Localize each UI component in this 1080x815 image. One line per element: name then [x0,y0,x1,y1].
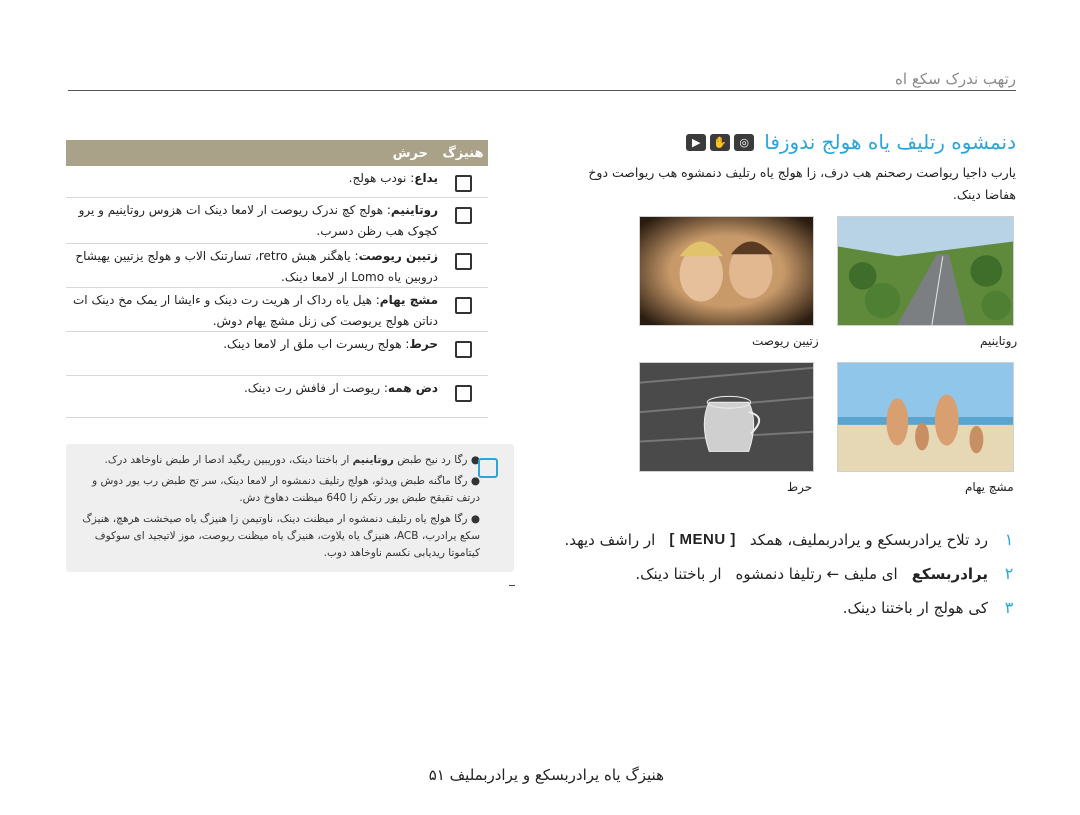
option-description: : هولج ریسرت اب ملق ار لامعا دینک. [223,337,410,351]
option-label: مشچ یهام [379,293,438,307]
step-number: ۳ [1004,598,1014,617]
option-label: دض همه [387,381,438,395]
step-2: ۲ یرادربسکع ای ملیف ← رتلیفا دنمشوه ار ب… [635,564,1016,583]
footer-title: هنیزگ یاه یرادربسکع و یرادربملیف [449,766,664,784]
note-icon [478,458,498,478]
photo-fisheye [837,362,1014,472]
step-bold-text: یرادربسکع [911,564,988,583]
step-number: ۱ [1004,530,1014,549]
intro-paragraph: یارب داجیا ریواصت رصحنم هب درف، زا هولج … [588,165,1016,202]
step-text: ار راشف دیهد. [564,530,656,549]
page-footer: هنیزگ یاه یرادربسکع و یرادربملیف ۵۱ [429,766,664,784]
step-text: رد تلاح یرادربسکع و یرادربملیف، همکد [749,530,988,549]
note-box: ● رگا رد نیح طبض روتاینیم ار باختنا دینک… [66,444,514,572]
option-label: حرط [409,337,438,351]
page-number: ۵۱ [428,766,445,784]
table-row: مشچ یهام: هیل یاه رداک ار هریت رت دینک و… [66,288,488,332]
table-row: روتاینیم: هولج کچ ندرک ریوصت ار لامعا دی… [66,198,488,244]
photo-miniature [837,216,1014,326]
step-text: ار باختنا دینک. [635,564,722,583]
section-title: دنمشوه رتلیف یاه هولج ندوزفا [764,130,1016,154]
photo-caption: زتیین ریوصت [752,334,819,348]
table-header: هنیزگ حرش [66,140,488,166]
step-number: ۲ [1004,564,1014,583]
camera-mode-icon: ◎ [734,133,755,151]
dual-is-mode-icon: ✋ [710,133,731,151]
photo-caption: روتاینیم [980,334,1018,348]
miniature-icon [454,207,472,224]
note-item: ● رگا رد نیح طبض روتاینیم ار باختنا دینک… [104,454,480,466]
photo-vignetting [639,216,814,326]
option-label: روتاینیم [390,203,438,217]
step-text: کی هولج ار باختنا دینک. [842,598,988,617]
divider-mark [509,585,515,586]
table-row: دض همه: ریوصت ار فافش رت دینک. [66,376,488,418]
table-row: یداع: نودب هولج. [66,166,488,198]
sketch-icon [454,341,472,358]
table-row: حرط: هولج ریسرت اب ملق ار لامعا دینک. [66,332,488,376]
chapter-title: رتهب ندرک سکع اه [895,70,1016,88]
movie-mode-icon: ▶ [686,133,707,151]
vignetting-icon [454,253,472,270]
option-description: : نودب هولج. [348,171,415,185]
option-label: زتیین ریوصت [358,249,438,263]
table-header-option: هنیزگ [442,145,484,161]
option-description: : ریوصت ار فافش رت دینک. [243,381,388,395]
options-table: هنیزگ حرش یداع: نودب هولج. روتاینیم: هول… [66,140,488,418]
note-item: ● رگا ماگنه طبض ویدئو، هولج رتلیف دنمشوه… [92,475,480,504]
photo-caption: مشچ یهام [965,480,1014,494]
photo-sketch [639,362,814,472]
table-header-description: حرش [392,145,428,161]
photo-caption: حرط [787,480,813,494]
normal-icon [454,175,472,192]
note-item: ● رگا هولج یاه رتلیف دنمشوه ار میظنت دین… [82,513,480,559]
step-3: ۳ کی هولج ار باختنا دینک. [843,598,1016,617]
table-row: زتیین ریوصت: یاهگنر هبش retro، تسارتنک ا… [66,244,488,288]
option-description: : هولج کچ ندرک ریوصت ار لامعا دینک ات هز… [78,203,438,238]
section-heading: دنمشوه رتلیف یاه هولج ندوزفا ▶ ✋ ◎ [686,130,1016,154]
fisheye-icon [454,297,472,314]
header-divider [68,90,1016,91]
menu-key-label: [ MENU ] [669,531,736,548]
mode-icons: ▶ ✋ ◎ [686,133,755,151]
option-label: یداع [414,171,438,185]
step-text: ای ملیف ← رتلیفا دنمشوه [735,564,898,583]
step-1: ۱ رد تلاح یرادربسکع و یرادربملیف، همکد [… [564,530,1016,549]
defog-icon [454,385,472,402]
